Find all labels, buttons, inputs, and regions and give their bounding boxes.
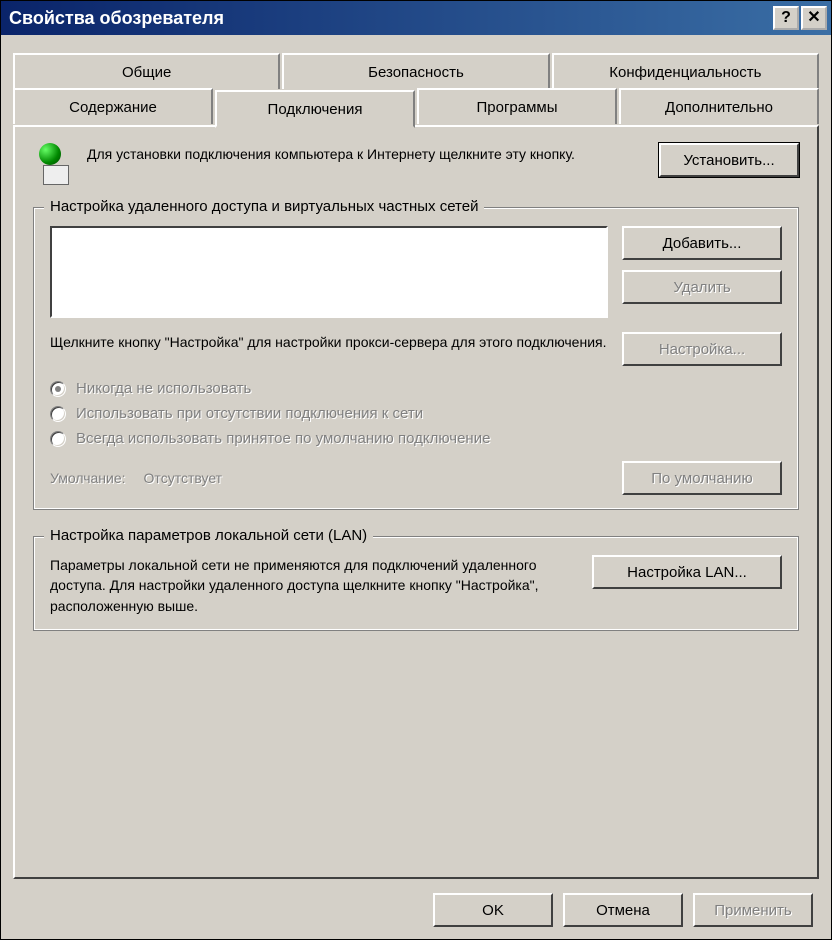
dial-radio-group: Никогда не использовать Использовать при…: [50, 380, 782, 447]
tab-privacy[interactable]: Конфиденциальность: [552, 53, 819, 89]
remove-button[interactable]: Удалить: [622, 270, 782, 304]
cancel-button[interactable]: Отмена: [563, 893, 683, 927]
close-button[interactable]: ✕: [801, 6, 827, 30]
lan-settings-button[interactable]: Настройка LAN...: [592, 555, 782, 589]
dialog-buttons: OK Отмена Применить: [13, 879, 819, 929]
radio-never-label: Никогда не использовать: [76, 380, 251, 397]
tab-security[interactable]: Безопасность: [282, 53, 549, 89]
tab-strip: Общие Безопасность Конфиденциальность Со…: [13, 53, 819, 125]
setup-row: Для установки подключения компьютера к И…: [33, 143, 799, 185]
tab-panel-connections: Для установки подключения компьютера к И…: [13, 125, 819, 879]
radio-when-no-net-label: Использовать при отсутствии подключения …: [76, 405, 423, 422]
titlebar[interactable]: Свойства обозревателя ? ✕: [1, 1, 831, 35]
connections-listbox[interactable]: [50, 226, 608, 318]
default-label: Умолчание:: [50, 470, 126, 486]
tab-connections[interactable]: Подключения: [215, 90, 415, 128]
internet-setup-icon: [33, 143, 75, 185]
set-default-button[interactable]: По умолчанию: [622, 461, 782, 495]
setup-button[interactable]: Установить...: [659, 143, 799, 177]
default-value: Отсутствует: [144, 470, 622, 486]
tab-general[interactable]: Общие: [13, 53, 280, 89]
add-button[interactable]: Добавить...: [622, 226, 782, 260]
apply-button[interactable]: Применить: [693, 893, 813, 927]
tab-programs[interactable]: Программы: [417, 88, 617, 124]
window-title: Свойства обозревателя: [9, 8, 771, 29]
tab-advanced[interactable]: Дополнительно: [619, 88, 819, 124]
setup-text: Для установки подключения компьютера к И…: [87, 143, 647, 165]
lan-legend: Настройка параметров локальной сети (LAN…: [44, 527, 373, 544]
help-button[interactable]: ?: [773, 6, 799, 30]
settings-button[interactable]: Настройка...: [622, 332, 782, 366]
radio-always-default-label: Всегда использовать принятое по умолчани…: [76, 430, 490, 447]
lan-groupbox: Настройка параметров локальной сети (LAN…: [33, 536, 799, 631]
proxy-hint: Щелкните кнопку "Настройка" для настройк…: [50, 332, 608, 352]
tab-content[interactable]: Содержание: [13, 88, 213, 124]
client-area: Общие Безопасность Конфиденциальность Со…: [1, 35, 831, 939]
dialup-groupbox: Настройка удаленного доступа и виртуальн…: [33, 207, 799, 510]
dialup-legend: Настройка удаленного доступа и виртуальн…: [44, 198, 484, 215]
lan-text: Параметры локальной сети не применяются …: [50, 555, 578, 616]
ok-button[interactable]: OK: [433, 893, 553, 927]
radio-when-no-net[interactable]: [50, 406, 66, 422]
radio-never[interactable]: [50, 381, 66, 397]
radio-always-default[interactable]: [50, 431, 66, 447]
dialog-window: Свойства обозревателя ? ✕ Общие Безопасн…: [0, 0, 832, 940]
